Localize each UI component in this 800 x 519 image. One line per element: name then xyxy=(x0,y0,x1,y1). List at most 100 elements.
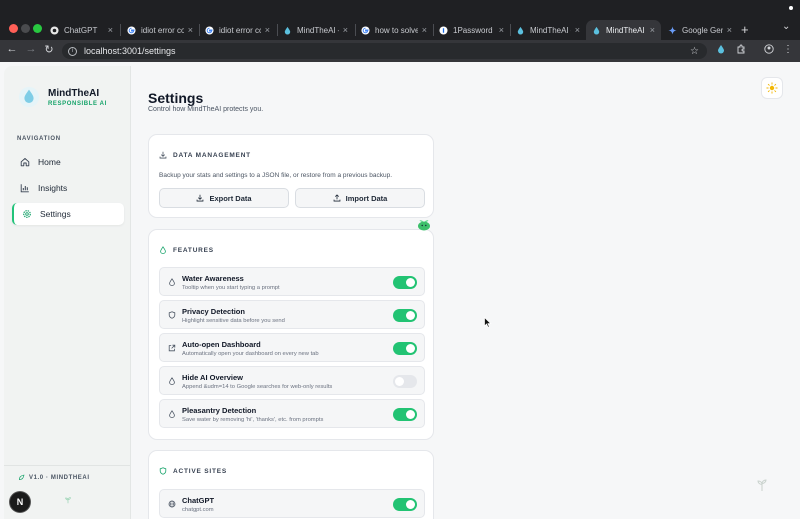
page-title: Settings xyxy=(148,90,204,106)
droplet-icon xyxy=(516,26,525,35)
close-tab-icon[interactable]: × xyxy=(575,25,580,35)
avatar[interactable]: N xyxy=(10,492,30,512)
browser-tab[interactable]: MindTheAI –× xyxy=(277,20,354,40)
leaf-icon xyxy=(19,474,25,480)
brand-name: MindTheAI xyxy=(48,88,100,99)
sidebar-item-settings[interactable]: Settings xyxy=(12,203,124,225)
feature-row-hide-ai-overview: Hide AI Overview Append &udm=14 to Googl… xyxy=(159,366,425,395)
sidebar: MindTheAI RESPONSIBLE AI NAVIGATION Home… xyxy=(4,66,131,519)
home-icon xyxy=(20,158,30,167)
site-row-chatgpt: ChatGPT chatgpt.com xyxy=(159,489,425,518)
close-tab-icon[interactable]: × xyxy=(188,25,193,35)
feature-row-pleasantry-detection: Pleasantry Detection Save water by remov… xyxy=(159,399,425,428)
sprout-icon xyxy=(65,497,71,504)
page-subtitle: Control how MindTheAI protects you. xyxy=(148,106,264,113)
browser-tab[interactable]: idiot error co × xyxy=(199,20,276,40)
browser-tab[interactable]: 1Password × xyxy=(433,20,510,40)
minimize-window-button[interactable] xyxy=(21,24,30,33)
feature-row-water-awareness: Water Awareness Tooltip when you start t… xyxy=(159,267,425,296)
auto-open-dashboard-toggle[interactable] xyxy=(393,342,417,355)
site-info-icon[interactable]: i xyxy=(68,46,77,56)
theme-toggle-button[interactable] xyxy=(761,77,783,99)
gear-icon xyxy=(23,210,31,218)
sprout-icon xyxy=(757,479,767,491)
droplet-icon xyxy=(592,26,601,35)
feature-row-privacy-detection: Privacy Detection Highlight sensitive da… xyxy=(159,300,425,329)
browser-tab-strip: ChatGPT × idiot error co × idiot error co ×… xyxy=(0,0,800,40)
import-data-button[interactable]: Import Data xyxy=(295,188,425,208)
globe-icon xyxy=(168,500,176,508)
card-description: Backup your stats and settings to a JSON… xyxy=(159,172,393,179)
sun-icon xyxy=(766,82,778,94)
active-sites-card: ACTIVE SITES ChatGPT chatgpt.com xyxy=(148,450,434,519)
browser-tab[interactable]: ChatGPT × xyxy=(44,20,119,40)
profile-icon[interactable] xyxy=(764,44,774,57)
export-data-button[interactable]: Export Data xyxy=(159,188,289,208)
privacy-detection-toggle[interactable] xyxy=(393,309,417,322)
sidebar-item-home[interactable]: Home xyxy=(12,151,124,173)
sidebar-item-label: Insights xyxy=(38,183,68,193)
water-awareness-toggle[interactable] xyxy=(393,276,417,289)
close-window-button[interactable] xyxy=(9,24,18,33)
card-title: ACTIVE SITES xyxy=(159,467,227,475)
download-icon xyxy=(159,151,167,159)
new-tab-button[interactable]: + xyxy=(741,22,749,37)
close-tab-icon[interactable]: × xyxy=(727,25,732,35)
sidebar-item-label: Settings xyxy=(40,209,71,219)
shield-icon xyxy=(159,467,167,475)
chatgpt-site-toggle[interactable] xyxy=(393,498,417,511)
droplet-icon xyxy=(283,26,292,35)
card-title: FEATURES xyxy=(159,246,214,254)
feature-row-auto-open-dashboard: Auto-open Dashboard Automatically open y… xyxy=(159,333,425,362)
address-bar[interactable]: i localhost:3001/settings ☆ xyxy=(62,43,707,59)
nav-heading: NAVIGATION xyxy=(17,136,61,142)
sidebar-item-insights[interactable]: Insights xyxy=(12,177,124,199)
upload-icon xyxy=(333,194,341,202)
reload-icon[interactable]: ↻ xyxy=(42,43,56,56)
card-title: DATA MANAGEMENT xyxy=(159,151,251,159)
data-management-card: DATA MANAGEMENT Backup your stats and se… xyxy=(148,134,434,218)
bookmark-star-icon[interactable]: ☆ xyxy=(690,46,699,57)
close-tab-icon[interactable]: × xyxy=(650,25,655,35)
more-menu-icon[interactable]: ⋮ xyxy=(783,44,793,55)
close-tab-icon[interactable]: × xyxy=(343,25,348,35)
browser-tab[interactable]: Google Gemi× xyxy=(662,20,738,40)
droplet-icon xyxy=(169,410,175,418)
browser-tab-active[interactable]: MindTheAI –× xyxy=(586,20,661,40)
tab-search-icon[interactable]: ⌄ xyxy=(782,21,790,32)
features-card: FEATURES Water Awareness Tooltip when yo… xyxy=(148,229,434,440)
browser-tab[interactable]: idiot error co × xyxy=(121,20,199,40)
chatgpt-icon xyxy=(50,25,59,35)
shield-icon xyxy=(168,311,176,319)
droplet-icon xyxy=(160,246,166,254)
chart-icon xyxy=(20,184,29,193)
brand-tagline: RESPONSIBLE AI xyxy=(48,101,107,107)
extensions-puzzle-icon[interactable] xyxy=(736,44,746,57)
back-arrow-icon[interactable]: ← xyxy=(5,43,19,55)
droplet-icon xyxy=(169,278,175,286)
droplet-extension-icon[interactable] xyxy=(716,44,726,57)
close-tab-icon[interactable]: × xyxy=(422,25,427,35)
version-label: V1.0 · MINDTHEAI xyxy=(18,474,90,481)
sidebar-item-label: Home xyxy=(38,157,61,167)
forward-arrow-icon[interactable]: → xyxy=(24,43,38,55)
droplet-logo-icon xyxy=(18,86,40,108)
onepassword-icon xyxy=(439,25,448,35)
close-tab-icon[interactable]: × xyxy=(108,25,113,35)
close-tab-icon[interactable]: × xyxy=(499,25,504,35)
browser-tab[interactable]: how to solve × xyxy=(355,20,433,40)
droplet-icon xyxy=(169,377,175,385)
google-icon xyxy=(127,25,136,35)
zoom-window-button[interactable] xyxy=(33,24,42,33)
google-icon xyxy=(361,25,370,35)
app-root: MindTheAI RESPONSIBLE AI NAVIGATION Home… xyxy=(0,62,800,519)
browser-tab[interactable]: MindTheAI –× xyxy=(510,20,586,40)
pleasantry-detection-toggle[interactable] xyxy=(393,408,417,421)
gemini-icon xyxy=(668,25,677,35)
close-tab-icon[interactable]: × xyxy=(265,25,270,35)
google-icon xyxy=(205,25,214,35)
recording-indicator xyxy=(789,6,793,10)
sprout-mascot-icon[interactable] xyxy=(416,215,432,231)
hide-ai-overview-toggle[interactable] xyxy=(393,375,417,388)
download-icon xyxy=(197,194,204,202)
